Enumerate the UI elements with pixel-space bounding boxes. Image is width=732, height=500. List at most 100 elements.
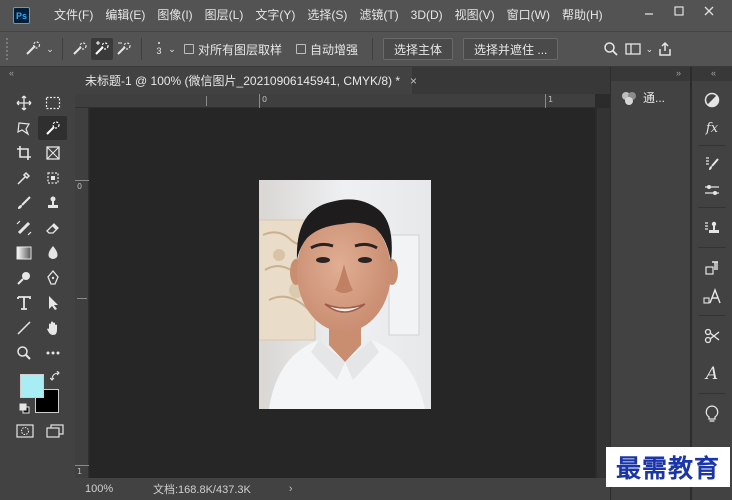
- collapse-icon[interactable]: «: [9, 68, 14, 78]
- maximize-icon[interactable]: [664, 0, 694, 22]
- menu-layer[interactable]: 图层(L): [199, 0, 250, 31]
- separator: [698, 393, 726, 394]
- gradient-tool-icon[interactable]: [9, 241, 38, 265]
- glyphs-icon[interactable]: A: [700, 363, 724, 385]
- default-colors-icon[interactable]: [19, 403, 30, 417]
- vertical-ruler[interactable]: 0 1: [75, 108, 89, 478]
- menu-type[interactable]: 文字(Y): [249, 0, 301, 31]
- ruler-tick: [77, 298, 87, 299]
- ruler-tick: [206, 96, 207, 106]
- subtract-from-selection-icon[interactable]: [113, 38, 135, 60]
- channels-label: 通...: [643, 91, 666, 105]
- stamp-tool-icon[interactable]: [38, 191, 67, 215]
- menu-3d[interactable]: 3D(D): [405, 0, 449, 31]
- move-tool-icon[interactable]: [9, 91, 38, 115]
- menu-file[interactable]: 文件(F): [48, 0, 99, 31]
- separator: [141, 38, 142, 60]
- adjustments-icon[interactable]: [700, 89, 724, 111]
- photoshop-logo-icon: Ps: [13, 7, 30, 24]
- screen-mode-icon[interactable]: [46, 424, 64, 441]
- quick-mask-icon[interactable]: [16, 424, 34, 441]
- auto-enhance-checkbox[interactable]: [296, 44, 307, 54]
- foreground-color-swatch[interactable]: [20, 374, 44, 398]
- vertical-scrollbar[interactable]: [597, 108, 610, 478]
- menu-select[interactable]: 选择(S): [301, 0, 353, 31]
- channels-panel-dock: 通...: [610, 67, 690, 500]
- line-tool-icon[interactable]: [9, 316, 38, 340]
- separator: [372, 38, 374, 60]
- brush-tool-icon[interactable]: [9, 191, 38, 215]
- marquee-tool-icon[interactable]: [38, 91, 67, 115]
- pen-tool-icon[interactable]: [38, 266, 67, 290]
- status-menu-arrow-icon[interactable]: ›: [289, 483, 293, 495]
- menu-view[interactable]: 视图(V): [449, 0, 501, 31]
- menu-bar: Ps 文件(F) 编辑(E) 图像(I) 图层(L) 文字(Y) 选择(S) 滤…: [0, 0, 732, 31]
- lasso-tool-icon[interactable]: [9, 116, 38, 140]
- tool-presets-icon[interactable]: [700, 325, 724, 347]
- options-bar: ⌄ 3 ⌄ 对所有图层取样 自动增强 选择主体 选择并遮住 ... ⌄: [0, 31, 732, 67]
- document-tab-bar: 未标题-1 @ 100% (微信图片_20210906145941, CMYK/…: [75, 67, 610, 94]
- document-tab-title: 未标题-1 @ 100% (微信图片_20210906145941, CMYK/…: [85, 74, 400, 88]
- chevron-down-icon[interactable]: ⌄: [166, 38, 178, 60]
- right-panel-dock: fx A: [691, 67, 732, 500]
- window-controls: [634, 0, 724, 22]
- separator: [698, 315, 726, 316]
- chevron-down-icon[interactable]: ⌄: [44, 38, 56, 60]
- swap-colors-icon[interactable]: [49, 370, 61, 385]
- zoom-level[interactable]: 100%: [75, 483, 123, 495]
- brush-presets-icon[interactable]: [700, 179, 724, 201]
- collapse-icon[interactable]: »: [676, 68, 681, 78]
- styles-fx-icon[interactable]: fx: [700, 117, 724, 139]
- type-tool-icon[interactable]: [9, 291, 38, 315]
- sample-all-layers-label: 对所有图层取样: [198, 42, 283, 57]
- close-tab-icon[interactable]: ×: [410, 74, 417, 88]
- menu-filter[interactable]: 滤镜(T): [353, 0, 404, 31]
- brush-dot-icon: [158, 42, 160, 44]
- workspace-icon[interactable]: [622, 38, 644, 60]
- zoom-tool-icon[interactable]: [9, 341, 38, 365]
- brush-size-picker[interactable]: 3: [152, 42, 166, 56]
- dodge-tool-icon[interactable]: [9, 266, 38, 290]
- eraser-tool-icon[interactable]: [38, 216, 67, 240]
- crop-tool-icon[interactable]: [9, 141, 38, 165]
- learn-lightbulb-icon[interactable]: [700, 403, 724, 425]
- separator: [698, 247, 726, 248]
- menu-edit[interactable]: 编辑(E): [99, 0, 151, 31]
- tool-preset-quick-selection-icon[interactable]: [22, 38, 44, 60]
- search-icon[interactable]: [600, 38, 622, 60]
- channels-panel-button[interactable]: 通...: [621, 89, 665, 106]
- paragraph-icon[interactable]: [700, 257, 724, 279]
- chevron-down-icon[interactable]: ⌄: [644, 38, 654, 60]
- character-icon[interactable]: [700, 285, 724, 307]
- collapse-icon[interactable]: «: [711, 68, 716, 78]
- share-icon[interactable]: [654, 38, 676, 60]
- hand-tool-icon[interactable]: [38, 316, 67, 340]
- brush-size-value: 3: [156, 46, 162, 56]
- close-window-icon[interactable]: [694, 0, 724, 22]
- ruler-label: 0: [77, 182, 83, 191]
- blur-tool-icon[interactable]: [38, 241, 67, 265]
- new-selection-icon[interactable]: [69, 38, 91, 60]
- object-selection-tool-icon[interactable]: [38, 166, 67, 190]
- quick-selection-tool-icon[interactable]: [38, 115, 67, 140]
- horizontal-ruler[interactable]: 0 1: [75, 94, 595, 108]
- separator: [698, 207, 726, 208]
- menu-image[interactable]: 图像(I): [151, 0, 198, 31]
- path-selection-tool-icon[interactable]: [38, 291, 67, 315]
- minimize-icon[interactable]: [634, 0, 664, 22]
- document-tab[interactable]: 未标题-1 @ 100% (微信图片_20210906145941, CMYK/…: [75, 67, 417, 94]
- sample-all-layers-checkbox[interactable]: [184, 44, 194, 54]
- add-to-selection-icon[interactable]: [91, 38, 113, 60]
- more-tools-icon[interactable]: [38, 341, 67, 365]
- menu-help[interactable]: 帮助(H): [556, 0, 609, 31]
- frame-tool-icon[interactable]: [38, 141, 67, 165]
- separator: [698, 145, 726, 146]
- eyedropper-tool-icon[interactable]: [9, 166, 38, 190]
- healing-brush-tool-icon[interactable]: [9, 216, 38, 240]
- menu-window[interactable]: 窗口(W): [501, 0, 556, 31]
- portrait-photo[interactable]: [259, 180, 431, 409]
- select-subject-button[interactable]: 选择主体: [383, 38, 454, 60]
- brush-settings-icon[interactable]: [700, 153, 724, 175]
- select-and-mask-button[interactable]: 选择并遮住 ...: [463, 38, 559, 60]
- clone-source-icon[interactable]: [700, 217, 724, 239]
